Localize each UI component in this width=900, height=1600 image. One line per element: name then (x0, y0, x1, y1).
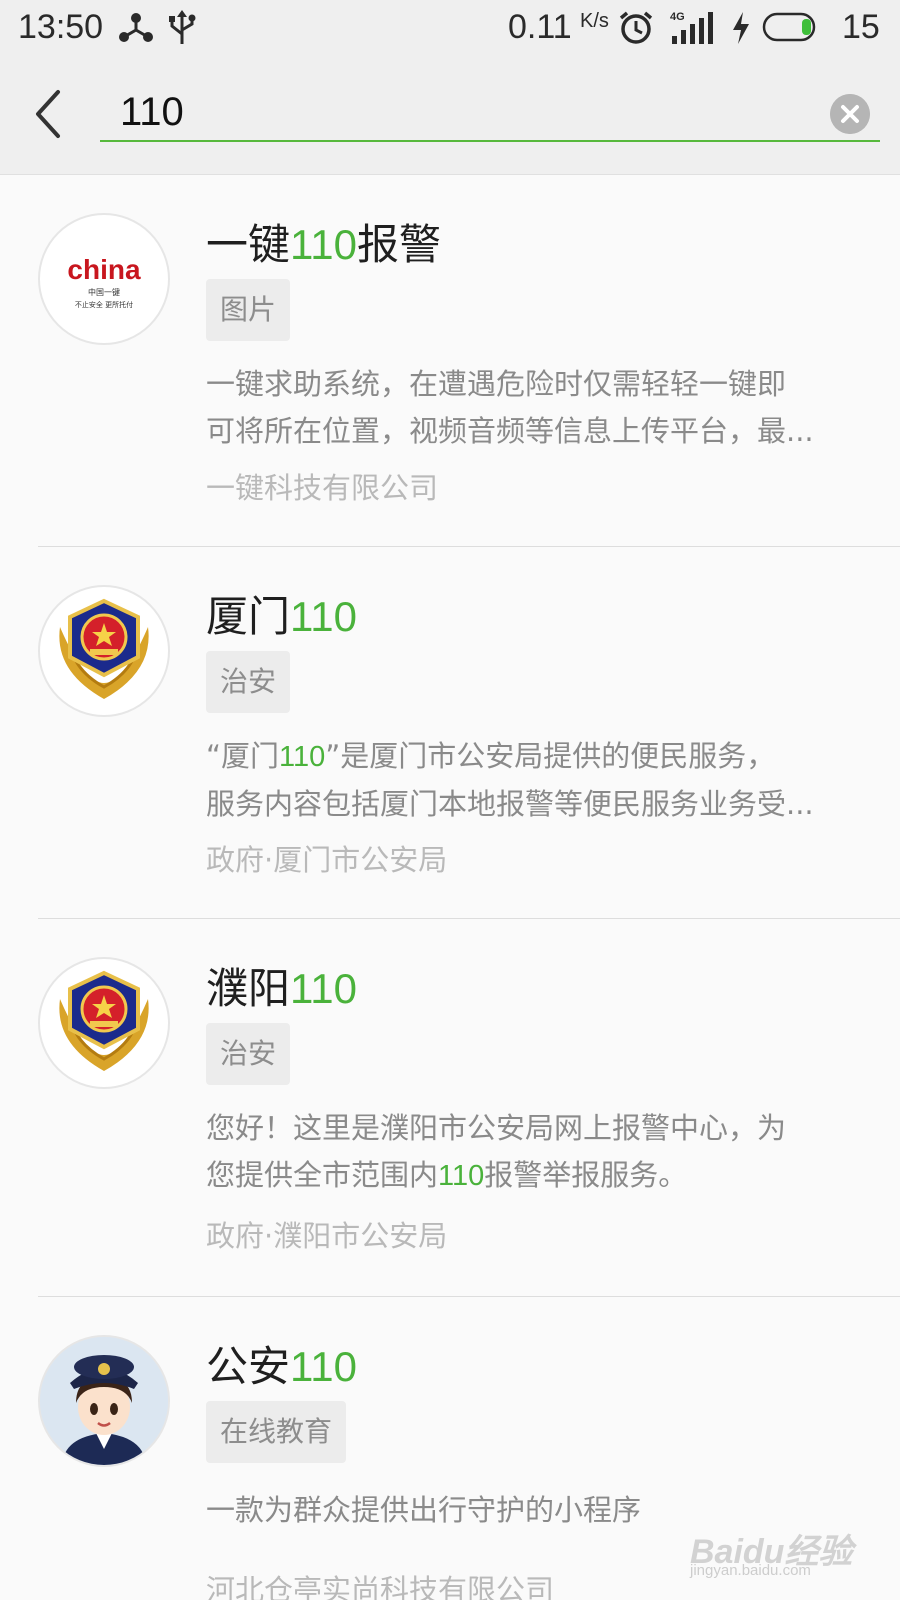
result-title: 公安110 (206, 1342, 357, 1391)
net-speed: 0.11 (508, 8, 572, 46)
result-title: 一键110报警 (206, 220, 441, 269)
svg-text:不止安全 更所托付: 不止安全 更所托付 (75, 300, 133, 309)
result-tag: 治安 (206, 1023, 291, 1085)
result-source: 政府·濮阳市公安局 (206, 1219, 448, 1253)
search-input[interactable] (100, 84, 880, 142)
status-time: 13:50 (18, 8, 104, 46)
battery-icon (762, 12, 816, 42)
result-item[interactable]: 濮阳110 治安 您好！这里是濮阳市公安局网上报警中心，为 您提供全市范围内11… (0, 919, 900, 1297)
result-tag: 治安 (206, 651, 291, 713)
alarm-icon (619, 11, 653, 44)
result-item[interactable]: china 中国一键 不止安全 更所托付 一键110报警 图片 一键求助系统，在… (0, 175, 900, 547)
result-source: 一键科技有限公司 (206, 471, 439, 505)
police-emblem-icon (38, 957, 170, 1089)
svg-text:中国一键: 中国一键 (88, 287, 120, 297)
usb-icon (169, 10, 196, 44)
result-title: 厦门110 (206, 592, 357, 641)
net-speed-unit: K/s (580, 10, 609, 32)
network-type: 4G (670, 11, 685, 23)
search-bar (0, 56, 900, 174)
result-source: 政府·厦门市公安局 (206, 843, 448, 877)
signal-icon: 4G (670, 11, 713, 44)
result-tag: 在线教育 (206, 1401, 347, 1463)
police-emblem-icon (38, 585, 170, 717)
watermark: Baidu经验 jingyan.baidu.com (690, 1533, 853, 1579)
result-title: 濮阳110 (206, 964, 357, 1013)
results-list: china 中国一键 不止安全 更所托付 一键110报警 图片 一键求助系统，在… (0, 174, 900, 1600)
police-officer-cartoon-icon (38, 1335, 170, 1467)
result-description: 一键求助系统，在遭遇危险时仅需轻轻一键即 可将所在位置，视频音频等信息上传平台，… (206, 367, 814, 448)
battery-level: 15 (842, 8, 880, 46)
clear-icon[interactable] (830, 94, 870, 134)
result-source: 河北仓亭实尚科技有限公司 (206, 1573, 555, 1600)
svg-text:china: china (67, 254, 141, 285)
result-description: “厦门110”是厦门市公安局提供的便民服务， 服务内容包括厦门本地报警等便民服务… (206, 739, 814, 821)
status-bar: 13:50 0.11 K/s 4G 15 (0, 0, 900, 56)
china-logo-icon: china 中国一键 不止安全 更所托付 (38, 213, 170, 345)
result-tag: 图片 (206, 279, 291, 341)
chevron-left-icon[interactable] (28, 86, 68, 142)
share-icon (119, 13, 153, 42)
charging-icon (733, 12, 749, 44)
result-item[interactable]: 厦门110 治安 “厦门110”是厦门市公安局提供的便民服务， 服务内容包括厦门… (0, 547, 900, 919)
result-description: 您好！这里是濮阳市公安局网上报警中心，为 您提供全市范围内110报警举报服务。 (206, 1111, 787, 1192)
